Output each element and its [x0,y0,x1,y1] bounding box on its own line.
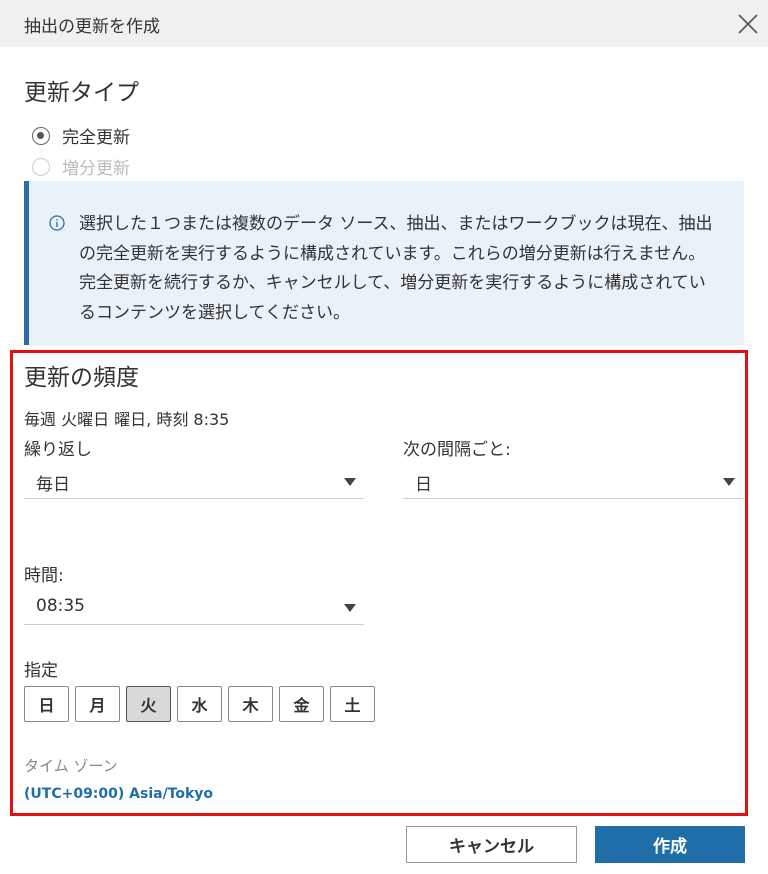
radio-label: 増分更新 [62,159,130,179]
dropdown-arrow-icon [344,604,356,612]
days-label: 指定 [24,661,58,681]
interval-select[interactable]: 日 [403,461,743,499]
day-button-thursday[interactable]: 木 [228,686,273,722]
dropdown-arrow-icon [344,478,356,486]
day-button-sunday[interactable]: 日 [24,686,69,722]
time-select-value: 08:35 [36,596,85,616]
radio-unselected-icon [32,157,50,176]
timezone-label: タイム ゾーン [24,757,118,775]
dropdown-arrow-icon [723,478,735,486]
dialog-header: 抽出の更新を作成 [0,0,768,47]
repeat-label: 繰り返し [24,440,92,460]
time-select[interactable]: 08:35 [24,587,364,625]
repeat-select-value: 毎日 [36,475,70,495]
radio-label: 完全更新 [62,128,130,148]
interval-select-value: 日 [415,475,432,495]
info-message-text: 選択した１つまたは複数のデータ ソース、抽出、またはワークブックは現在、抽出の完… [79,214,713,323]
info-icon [49,215,65,231]
day-button-tuesday[interactable]: 火 [126,686,171,722]
schedule-summary: 毎週 火曜日 曜日, 時刻 8:35 [24,410,230,429]
day-button-friday[interactable]: 金 [279,686,324,722]
frequency-heading: 更新の頻度 [24,365,139,391]
day-button-saturday[interactable]: 土 [330,686,375,722]
day-button-monday[interactable]: 月 [75,686,120,722]
radio-full-refresh[interactable]: 完全更新 [32,123,130,148]
timezone-link[interactable]: (UTC+09:00) Asia/Tokyo [24,786,213,802]
close-icon[interactable] [736,12,760,36]
refresh-type-heading: 更新タイプ [24,80,139,106]
dialog-title: 抽出の更新を作成 [24,17,160,37]
radio-incremental-refresh[interactable]: 増分更新 [32,154,130,179]
repeat-select[interactable]: 毎日 [24,461,364,499]
day-selector: 日 月 火 水 木 金 土 [24,686,375,722]
radio-selected-icon [32,126,50,145]
time-label: 時間: [24,566,64,586]
info-message-box: 選択した１つまたは複数のデータ ソース、抽出、またはワークブックは現在、抽出の完… [24,181,744,345]
cancel-button[interactable]: キャンセル [406,826,577,863]
interval-label: 次の間隔ごと: [403,440,511,460]
day-button-wednesday[interactable]: 水 [177,686,222,722]
create-button[interactable]: 作成 [595,826,745,863]
